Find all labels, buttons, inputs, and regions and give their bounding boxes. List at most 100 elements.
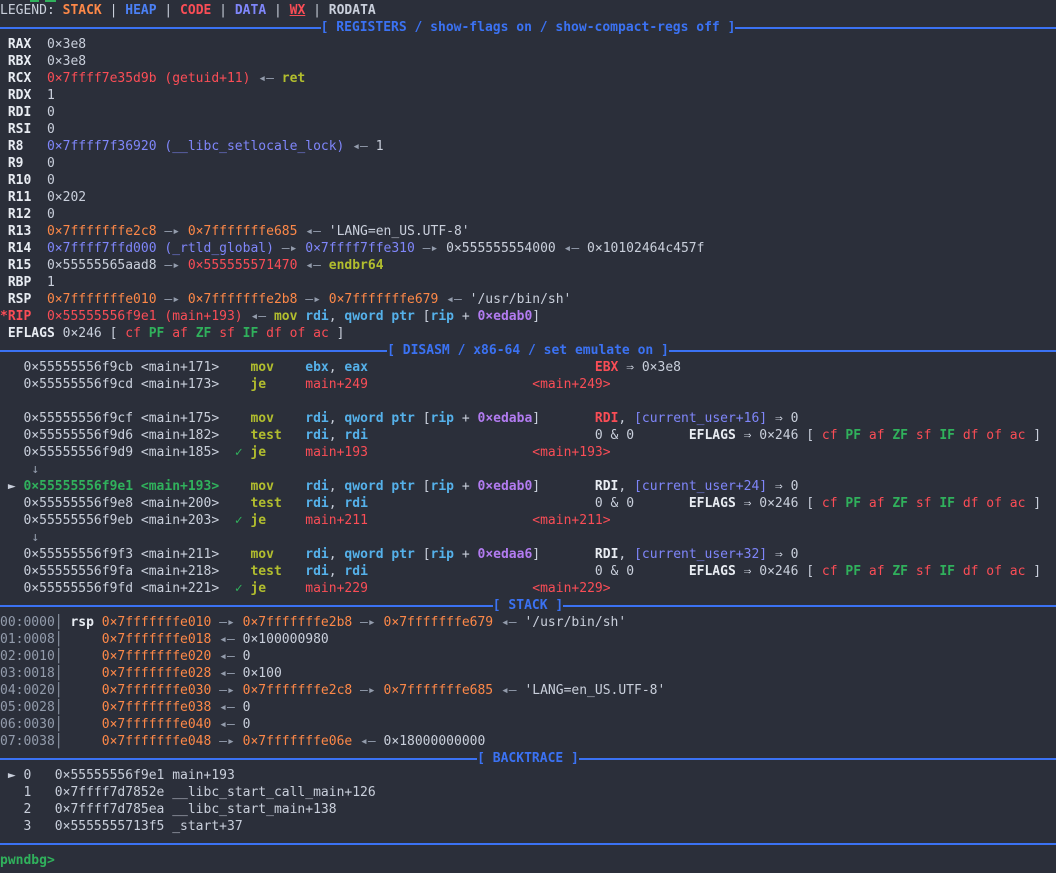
screen-artifact (45, 0, 56, 2)
text-segment (31, 258, 47, 273)
register-value: 0×7ffff7ffd000 (_rtld_global) (47, 241, 274, 256)
text-segment: 1 (376, 139, 384, 154)
register-name: R8 (8, 139, 24, 154)
flag-of: of (290, 326, 306, 341)
points-to-arrow-icon: —▸ (211, 683, 242, 698)
text-segment: 0 & 0 (595, 428, 634, 443)
flag-cf: cf (125, 326, 141, 341)
deref-arrow-icon: ◂— (243, 309, 274, 324)
text-segment: [current_user+32] (634, 547, 767, 562)
register-name: R11 (8, 190, 31, 205)
stack-offset: 07:0038 (0, 734, 55, 749)
frame-address: 0×7ffff7d785ea (55, 802, 165, 817)
legend-stack: STACK (63, 3, 102, 18)
text-segment (274, 411, 305, 426)
register-value: 0×55555556f9e1 (main+193) (47, 309, 243, 324)
register-value: 0 (47, 156, 55, 171)
text-segment (133, 513, 141, 528)
stack-section-header-title: [ STACK ] (493, 597, 563, 614)
separator-rule (0, 27, 321, 29)
text-segment (0, 530, 31, 545)
text-segment: 0×555555571470 (188, 258, 298, 273)
text-segment (368, 496, 595, 511)
text-segment: 0×7ffff7ffe310 (305, 241, 415, 256)
text-segment: ac (1010, 564, 1026, 579)
text-segment (0, 445, 23, 460)
mnemonic: je (250, 513, 266, 528)
text-segment: 0×10102464c457f (587, 241, 704, 256)
text-segment (0, 190, 8, 205)
text-segment (274, 479, 305, 494)
text-segment (31, 275, 47, 290)
stack-offset: 04:0020 (0, 683, 55, 698)
text-segment (282, 428, 305, 443)
text-segment: , (329, 360, 345, 375)
text-segment (219, 360, 250, 375)
text-segment: rdi (305, 309, 328, 324)
current-frame-marker: ► (8, 768, 16, 783)
text-segment: 0×3e8 (642, 360, 681, 375)
annotation-register: RDI (595, 547, 618, 562)
text-segment (0, 462, 31, 477)
stack-divider: │ (55, 666, 63, 681)
text-segment (219, 428, 250, 443)
text-segment (63, 632, 102, 647)
command-prompt[interactable]: pwndbg> (0, 852, 1056, 869)
text-segment (0, 139, 8, 154)
stack-row-6: 06:0030│ 0×7fffffffe040 ◂— 0 (0, 716, 1056, 733)
text-segment: qword ptr (344, 411, 414, 426)
text-segment: , (618, 547, 634, 562)
text-segment: ⇒ (767, 479, 790, 494)
frame-address: 0×5555555713f5 (55, 819, 165, 834)
text-segment: ZF (892, 428, 908, 443)
instruction-address: 0×55555556f9d9 (23, 445, 133, 460)
text-segment: sf (916, 496, 932, 511)
stack-offset: 06:0030 (0, 717, 55, 732)
register-name: RSI (8, 122, 31, 137)
register-row-rsp: RSP 0×7fffffffe010 —▸ 0×7fffffffe2b8 —▸ … (0, 291, 1056, 308)
stack-offset: 02:0010 (0, 649, 55, 664)
text-segment (955, 564, 963, 579)
text-segment (0, 802, 23, 817)
text-segment (219, 564, 250, 579)
text-segment (908, 564, 916, 579)
text-segment (94, 615, 102, 630)
text-segment (908, 496, 916, 511)
text-segment (141, 326, 149, 341)
prompt-label[interactable]: pwndbg> (0, 853, 55, 868)
frame-address: 0×55555556f9e1 (55, 768, 165, 783)
text-segment: ebx (305, 360, 328, 375)
text-segment (282, 326, 290, 341)
text-segment: 0 (791, 479, 799, 494)
stack-offset: 05:0028 (0, 700, 55, 715)
register-row-rbx: RBX 0×3e8 (0, 53, 1056, 70)
text-segment: cf (822, 564, 838, 579)
register-name: RAX (8, 37, 31, 52)
flag-df: df (266, 326, 282, 341)
text-segment (219, 479, 250, 494)
deref-arrow-icon: ◂— (344, 139, 375, 154)
text-segment (0, 768, 8, 783)
text-segment: 0×100000980 (243, 632, 329, 647)
text-segment (861, 496, 869, 511)
disasm-row-main-218: 0×55555556f9fa <main+218> test rdi, rdi … (0, 563, 1056, 580)
command-input[interactable] (55, 853, 63, 868)
stack-offset: 01:0008 (0, 632, 55, 647)
mnemonic: mov (250, 479, 273, 494)
register-row-eflags: EFLAGS 0×246 [ cf PF af ZF sf IF df of a… (0, 325, 1056, 342)
register-row-rbp: RBP 1 (0, 274, 1056, 291)
text-segment (133, 428, 141, 443)
text-segment (219, 547, 250, 562)
text-segment: main+193 (305, 445, 368, 460)
text-segment (31, 224, 47, 239)
text-segment (274, 360, 305, 375)
text-segment (31, 241, 47, 256)
text-segment (0, 581, 23, 596)
text-segment (0, 360, 23, 375)
text-segment (0, 224, 8, 239)
text-segment (282, 496, 305, 511)
text-segment (55, 326, 63, 341)
text-segment: of (986, 428, 1002, 443)
instruction-symbol: <main+211> (141, 547, 219, 562)
disasm-row-main-175: 0×55555556f9cf <main+175> mov rdi, qword… (0, 410, 1056, 427)
